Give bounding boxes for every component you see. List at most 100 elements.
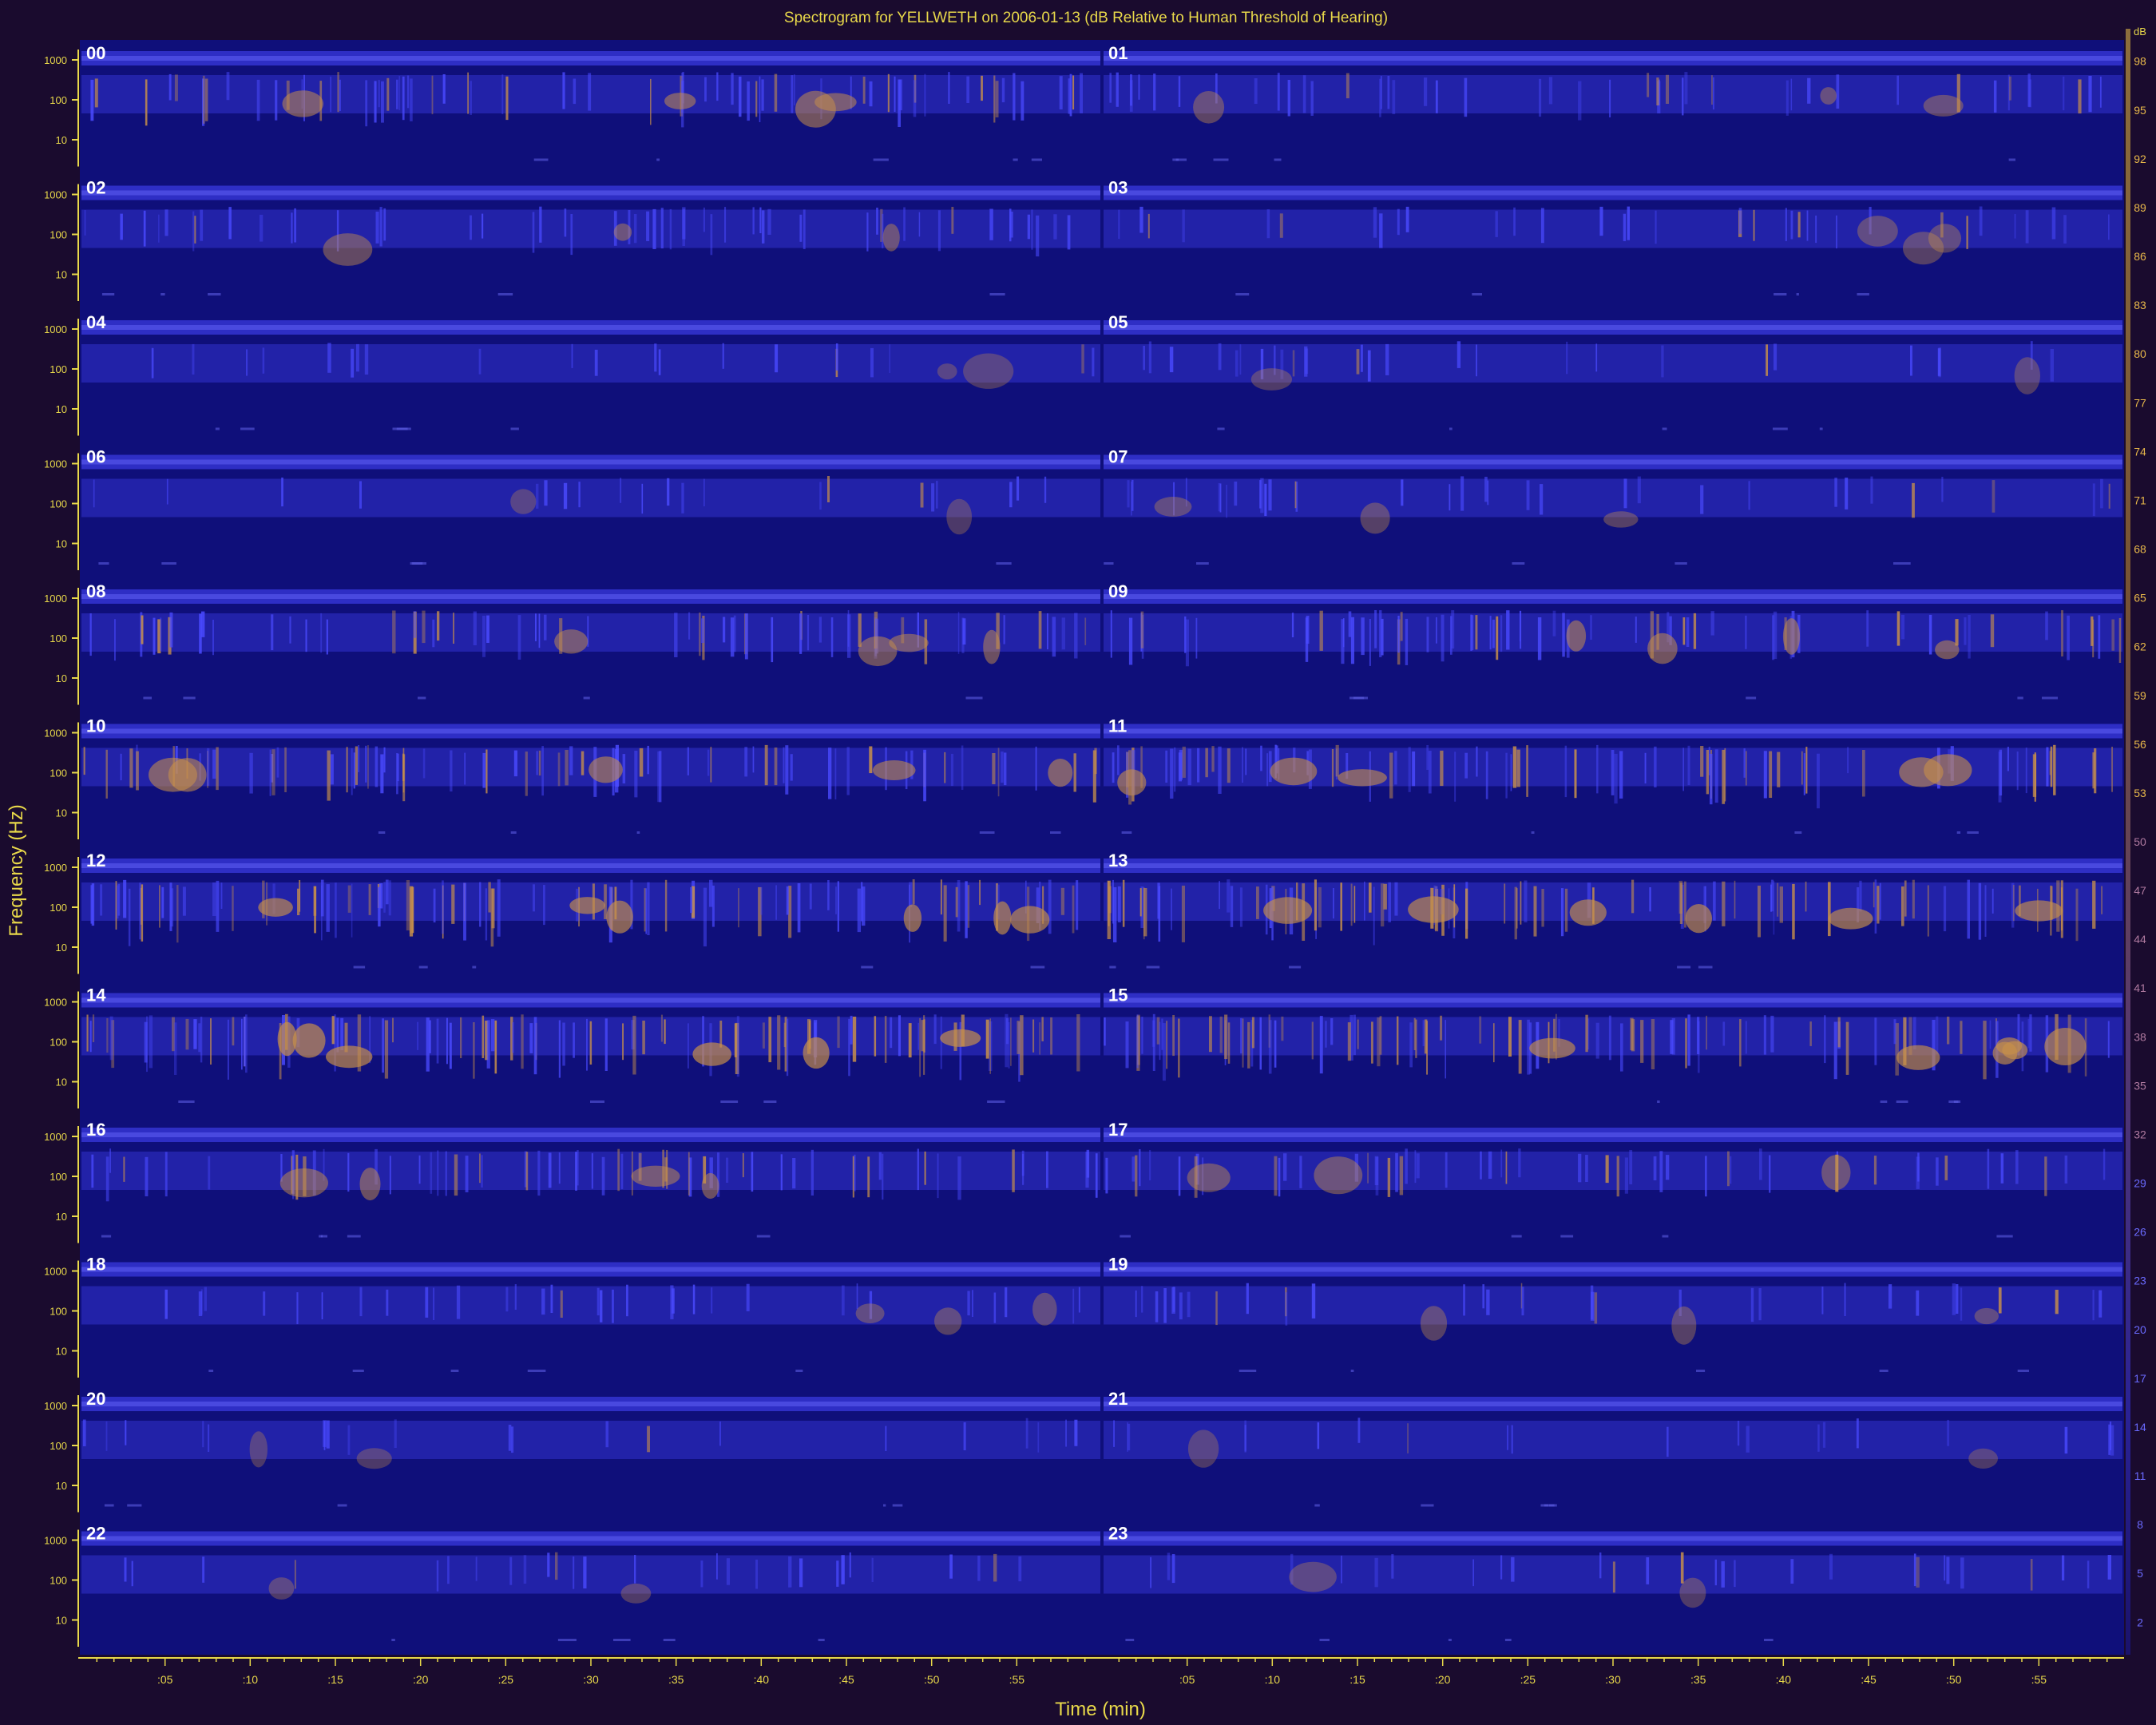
spectrogram-blob	[963, 353, 1014, 389]
spectrogram-streak	[1809, 1021, 1812, 1046]
spectrogram-streak	[1955, 619, 1959, 646]
event-mark	[1540, 1504, 1557, 1507]
x-tick-label: :50	[924, 1673, 940, 1686]
spectrogram-streak	[682, 208, 685, 246]
spectrogram-streak	[1836, 215, 1837, 249]
spectrogram-streak	[1859, 880, 1862, 912]
spectrogram-streak	[1928, 614, 1932, 655]
event-mark	[347, 1235, 361, 1238]
spectrogram-streak	[1135, 1290, 1137, 1318]
spectrogram-streak	[1817, 753, 1820, 809]
spectrogram-streak	[965, 881, 968, 938]
x-tick-label: :30	[583, 1673, 599, 1686]
spectrogram-blob	[1974, 1307, 1999, 1325]
y-tick-label: 100	[50, 1440, 67, 1452]
spectrogram-streak	[294, 208, 296, 243]
noise-band	[81, 1152, 1100, 1190]
spectrogram-streak	[731, 73, 734, 105]
spectrogram-streak	[486, 1020, 490, 1069]
spectrogram-streak	[2030, 1559, 2033, 1591]
spectrogram-streak	[1578, 81, 1582, 121]
spectrogram-streak	[1682, 77, 1684, 116]
spectrogram-streak	[486, 615, 489, 643]
spectrogram-streak	[744, 613, 748, 660]
colorbar-tick-label: 74	[2134, 445, 2146, 458]
spectrogram-streak	[1912, 879, 1915, 919]
spectrogram-streak	[1578, 1153, 1582, 1183]
spectrogram-streak	[396, 79, 398, 109]
spectrogram-streak	[1456, 341, 1461, 368]
hour-label: 22	[86, 1524, 105, 1544]
spectrogram-streak	[359, 1287, 363, 1317]
spectrogram-streak	[1507, 1425, 1508, 1450]
spectrogram-streak	[1020, 1015, 1024, 1076]
spectrogram-streak	[1492, 619, 1495, 648]
spectrogram-blob	[613, 223, 632, 241]
spectrogram-streak	[1226, 485, 1227, 518]
spectrogram-streak	[1785, 208, 1787, 241]
spectrogram-streak	[174, 1022, 177, 1075]
spectrogram-streak	[1319, 610, 1323, 651]
spectrogram-streak	[174, 74, 178, 101]
spectrogram-streak	[1053, 214, 1057, 240]
spectrogram-streak	[1644, 752, 1647, 783]
spectrogram-streak	[1537, 617, 1542, 660]
spectrogram-streak	[289, 616, 291, 644]
spectrogram-streak	[1268, 751, 1272, 783]
spectrogram-streak	[364, 344, 369, 375]
spectrogram-streak	[1319, 1016, 1323, 1074]
spectrogram-streak	[1678, 880, 1683, 914]
spectrogram-streak	[1117, 745, 1120, 775]
spectrogram-streak	[1163, 1288, 1167, 1323]
spectrogram-streak	[752, 746, 755, 773]
spectrogram-streak	[1179, 1292, 1183, 1320]
spectrogram-streak	[862, 76, 866, 104]
spectrogram-streak	[1856, 1418, 1859, 1449]
y-tick-label: 100	[50, 1171, 67, 1183]
spectrogram-streak	[470, 215, 472, 240]
event-mark	[1794, 831, 1802, 834]
top-band-core	[81, 594, 1100, 599]
spectrogram-streak	[1983, 1021, 1987, 1080]
spectrogram-streak	[365, 80, 368, 127]
spectrogram-streak	[2063, 215, 2067, 244]
spectrogram-streak	[1745, 1021, 1747, 1054]
spectrogram-streak	[887, 73, 890, 113]
spectrogram-streak	[1540, 484, 1544, 515]
spectrogram-streak	[2092, 752, 2095, 789]
spectrogram-streak	[1039, 1022, 1040, 1055]
spectrogram-streak	[1913, 1017, 1916, 1049]
top-band-core	[81, 325, 1100, 330]
spectrogram-streak	[1072, 885, 1075, 934]
spectrogram-streak	[1278, 1157, 1281, 1197]
spectrogram-streak	[1017, 1021, 1021, 1054]
spectrogram-streak	[1104, 1017, 1106, 1046]
spectrogram-streak	[767, 208, 771, 235]
spectrogram-streak	[1178, 1018, 1180, 1078]
spectrogram-streak	[125, 1420, 127, 1445]
spectrogram-streak	[1167, 1552, 1171, 1580]
spectrogram-streak	[1076, 880, 1079, 930]
spectrogram-streak	[128, 888, 131, 946]
x-tick-label: :25	[1520, 1673, 1536, 1686]
spectrogram-streak	[539, 206, 542, 243]
spectrogram-streak	[547, 1552, 550, 1577]
spectrogram-streak	[1879, 882, 1881, 920]
spectrogram-streak	[562, 1022, 565, 1066]
spectrogram-streak	[1635, 617, 1637, 643]
spectrogram-streak	[473, 611, 477, 645]
spectrogram-streak	[565, 750, 569, 786]
spectrogram-streak	[882, 213, 884, 248]
spectrogram-streak	[854, 1154, 856, 1192]
y-tick-label: 1000	[44, 1131, 67, 1143]
top-band-core	[1104, 56, 2122, 61]
spectrogram-streak	[1721, 1560, 1725, 1588]
spectrogram-streak	[1837, 1017, 1841, 1048]
spectrogram-streak	[1135, 1155, 1138, 1197]
spectrogram-streak	[1485, 751, 1488, 799]
spectrogram-streak	[1513, 207, 1516, 236]
spectrogram-streak	[1472, 1559, 1474, 1587]
spectrogram-streak	[876, 208, 878, 235]
spectrogram-streak	[490, 1019, 495, 1052]
spectrogram-streak	[1182, 209, 1185, 243]
